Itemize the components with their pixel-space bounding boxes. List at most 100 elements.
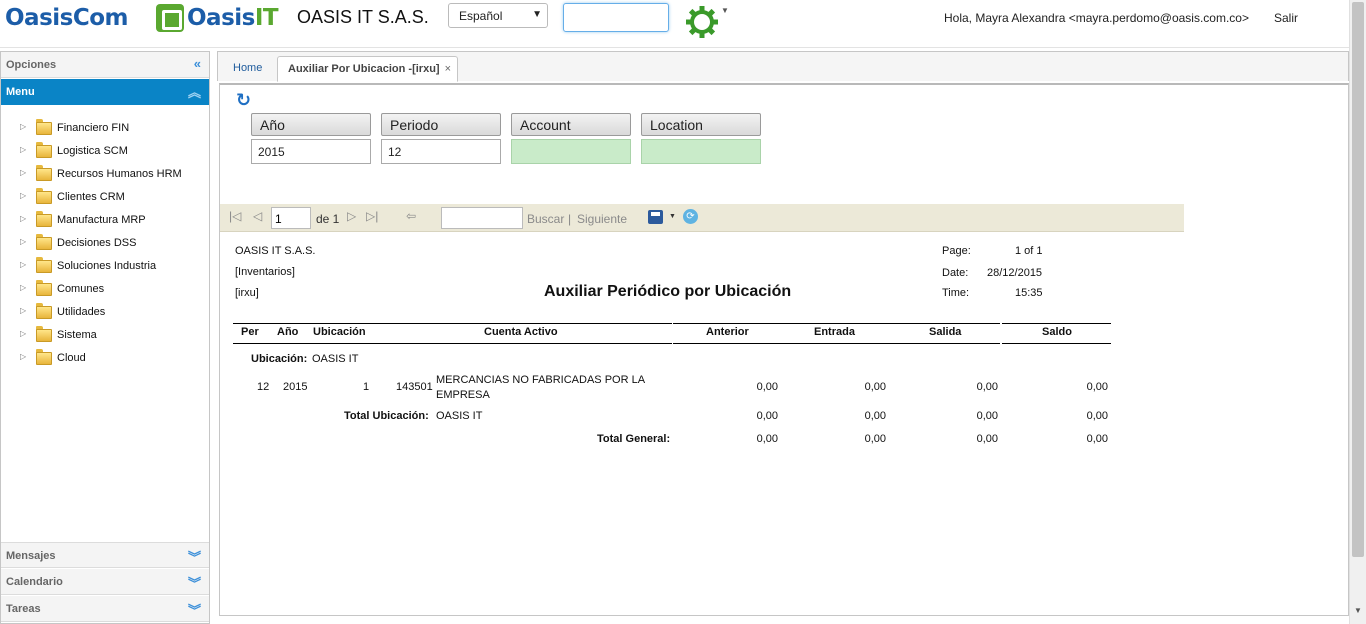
expand-icon[interactable]: ▷ [20,168,26,177]
menu-item-label: Financiero FIN [57,122,130,134]
menu-item-decisiones[interactable]: ▷ Decisiones DSS [1,233,209,256]
expand-icon[interactable]: ▷ [20,306,26,315]
year-label: Año [251,113,371,136]
language-select[interactable]: Español ▼ [448,3,548,28]
header-rule-top [233,323,672,324]
back-icon[interactable]: ⇦ [406,209,416,223]
expand-icon[interactable]: ▷ [20,122,26,131]
total-location-label: Total Ubicación: [344,410,429,422]
find-next-link[interactable]: Siguiente [577,212,627,226]
chevron-down-icon[interactable]: ︾ [188,600,201,619]
tasks-title: Tareas [6,603,41,615]
header-rule-bottom [233,343,672,344]
oasisit-logo[interactable]: OasisIT [187,5,279,31]
row-previous: 0,00 [756,381,778,393]
menu-item-manufactura[interactable]: ▷ Manufactura MRP [1,210,209,233]
scroll-down-icon[interactable]: ▼ [1354,606,1362,615]
scrollbar-thumb[interactable] [1352,2,1364,557]
col-account: Cuenta Activo [484,326,558,338]
expand-icon[interactable]: ▷ [20,191,26,200]
page-number-input[interactable]: 1 [271,207,311,229]
calendar-title: Calendario [6,576,63,588]
menu-item-soluciones[interactable]: ▷ Soluciones Industria [1,256,209,279]
total-general-previous: 0,00 [756,433,778,445]
chevron-up-icon[interactable]: ︽ [188,82,201,101]
tab-label: Auxiliar Por Ubicacion -[irxu] [288,63,440,75]
expand-icon[interactable]: ▷ [20,260,26,269]
options-title: Opciones [6,59,57,71]
page-label: Page: [942,245,971,257]
menu-item-cloud[interactable]: ▷ Cloud [1,348,209,371]
find-link[interactable]: Buscar [527,212,564,226]
company-name: OASIS IT S.A.S. [297,7,429,27]
expand-icon[interactable]: ▷ [20,329,26,338]
account-field[interactable] [511,139,631,164]
folder-icon [36,326,52,342]
row-year: 2015 [283,381,308,393]
report-refresh-icon[interactable]: ⟳ [683,209,698,224]
menu-item-logistica[interactable]: ▷ Logistica SCM [1,141,209,164]
menu-item-clientes[interactable]: ▷ Clientes CRM [1,187,209,210]
tab-auxiliar-ubicacion[interactable]: Auxiliar Por Ubicacion -[irxu] × [277,56,458,82]
menu-item-comunes[interactable]: ▷ Comunes [1,279,209,302]
oasisit-logo-text-b: IT [254,5,279,31]
report-code: [irxu] [235,287,259,299]
first-page-icon[interactable]: |◁ [229,209,241,223]
expand-icon[interactable]: ▷ [20,352,26,361]
calendar-panel-header[interactable]: Calendario ︾ [1,569,209,595]
refresh-icon[interactable]: ↻ [236,90,251,111]
menu-item-label: Decisiones DSS [57,237,137,249]
row-account-name-line2: EMPRESA [436,389,490,401]
menu-panel-header[interactable]: Menu ︽ [1,79,209,105]
total-general-label: Total General: [597,433,671,445]
chevron-down-icon[interactable]: ︾ [188,547,201,566]
close-icon[interactable]: × [445,63,451,75]
prev-page-icon[interactable]: ◁ [253,209,262,223]
options-panel-header[interactable]: Opciones « [1,52,209,78]
app-window: OasisCom OasisIT OASIS IT S.A.S. Español… [0,0,1366,624]
location-field[interactable] [641,139,761,164]
export-save-icon[interactable] [648,210,663,224]
chevron-down-icon[interactable]: ︾ [188,573,201,592]
total-general-balance: 0,00 [1086,433,1108,445]
row-per: 12 [257,381,270,393]
collapse-left-icon[interactable]: « [194,56,201,71]
row-account-code: 143501 [396,381,433,393]
menu-item-financiero[interactable]: ▷ Financiero FIN [1,118,209,141]
folder-icon [36,142,52,158]
expand-icon[interactable]: ▷ [20,214,26,223]
logout-link[interactable]: Salir [1274,11,1298,25]
menu-item-sistema[interactable]: ▷ Sistema [1,325,209,348]
gear-caret-icon[interactable]: ▼ [721,6,729,15]
header-rule-top [673,323,1000,324]
header-rule-bottom [1002,343,1111,344]
header-search-input[interactable] [563,3,669,32]
menu-tree: ▷ Financiero FIN ▷ Logistica SCM ▷ Recursos… [1,118,209,371]
menu-item-utilidades[interactable]: ▷ Utilidades [1,302,209,325]
year-field[interactable]: 2015 [251,139,371,164]
oasiscom-logo[interactable]: OasisCom [5,5,128,31]
export-caret-icon[interactable]: ▼ [669,213,676,220]
last-page-icon[interactable]: ▷| [366,209,378,223]
tasks-panel-header[interactable]: Tareas ︾ [1,596,209,622]
period-field[interactable]: 12 [381,139,501,164]
gear-icon[interactable] [683,3,721,41]
menu-item-label: Soluciones Industria [57,260,157,272]
report-company: OASIS IT S.A.S. [235,245,316,257]
expand-icon[interactable]: ▷ [20,237,26,246]
menu-item-label: Logistica SCM [57,145,128,157]
folder-icon [36,165,52,181]
find-input[interactable] [441,207,523,229]
folder-icon [36,188,52,204]
page-count: de 1 [316,212,340,226]
next-page-icon[interactable]: ▷ [347,209,356,223]
messages-panel-header[interactable]: Mensajes ︾ [1,542,209,568]
menu-item-recursos-humanos[interactable]: ▷ Recursos Humanos HRM [1,164,209,187]
expand-icon[interactable]: ▷ [20,145,26,154]
report-content: ↻ Año Periodo Account Location 2015 12 |… [219,83,1349,616]
page-scrollbar[interactable]: ▼ [1349,0,1366,624]
top-header: OasisCom OasisIT OASIS IT S.A.S. Español… [0,0,1349,48]
expand-icon[interactable]: ▷ [20,283,26,292]
period-label: Periodo [381,113,501,136]
tab-home[interactable]: Home [222,56,274,82]
